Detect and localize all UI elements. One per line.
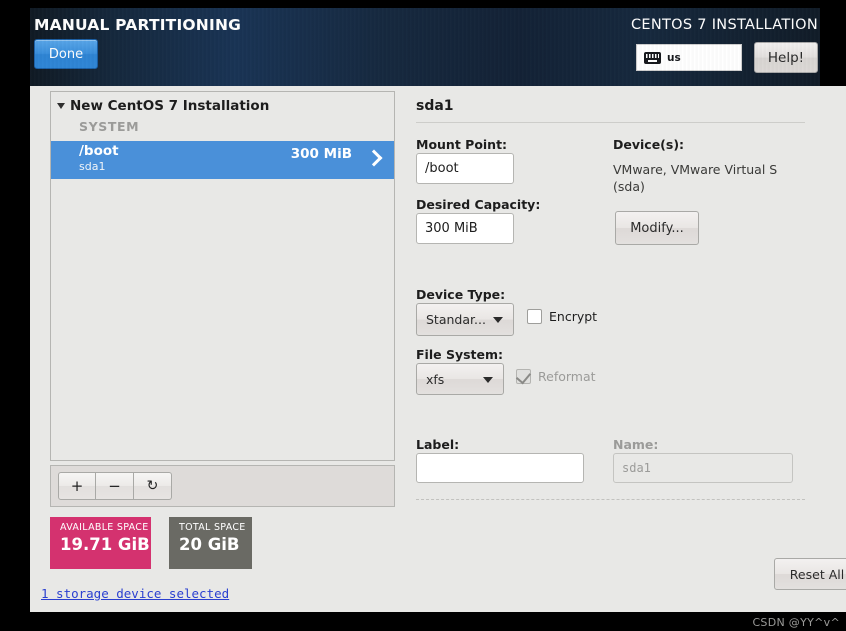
reformat-label: Reformat — [538, 369, 596, 384]
partition-list[interactable]: New CentOS 7 Installation SYSTEM /boot s… — [50, 91, 395, 461]
detail-title: sda1 — [416, 98, 454, 114]
mount-point-label: Mount Point: — [416, 137, 508, 152]
device-type-selected-value: Standar... — [426, 312, 486, 327]
total-space-value: 20 GiB — [179, 535, 240, 554]
mount-point-input[interactable]: /boot — [416, 153, 514, 184]
tree-root-new-installation[interactable]: New CentOS 7 Installation — [51, 92, 394, 119]
checkbox-icon — [527, 309, 542, 324]
chevron-down-icon — [57, 102, 65, 109]
total-space-caption: TOTAL SPACE — [179, 522, 246, 533]
keyboard-icon — [644, 51, 661, 64]
chevron-right-icon — [365, 149, 383, 167]
modify-button[interactable]: Modify... — [615, 211, 699, 245]
partition-panel: New CentOS 7 Installation SYSTEM /boot s… — [50, 91, 395, 569]
partition-group-label: SYSTEM — [79, 119, 140, 134]
chevron-down-icon — [493, 317, 503, 323]
reset-all-button[interactable]: Reset All — [774, 558, 846, 590]
name-input: sda1 — [613, 453, 793, 483]
detail-divider — [416, 122, 805, 123]
keyboard-layout-label: us — [667, 51, 681, 64]
desired-capacity-label: Desired Capacity: — [416, 197, 541, 212]
done-button[interactable]: Done — [34, 39, 98, 69]
header-bar: MANUAL PARTITIONING Done CENTOS 7 INSTAL… — [30, 8, 820, 86]
checkbox-checked-icon — [515, 368, 532, 385]
installation-title: CENTOS 7 INSTALLATION — [630, 17, 818, 33]
available-space-value: 19.71 GiB — [60, 535, 150, 554]
device-type-label: Device Type: — [416, 287, 506, 302]
partition-size: 300 MiB — [290, 146, 352, 162]
keyboard-layout-indicator[interactable]: us — [636, 44, 742, 71]
partition-toolbar: + − ↻ — [50, 465, 395, 507]
remove-partition-button[interactable]: − — [96, 472, 134, 500]
tree-root-label: New CentOS 7 Installation — [70, 97, 270, 114]
devices-label: Device(s): — [613, 137, 685, 152]
table-row[interactable]: /boot sda1 300 MiB — [51, 141, 394, 179]
device-type-select[interactable]: Standar... — [416, 303, 514, 336]
label-field-label: Label: — [416, 437, 460, 452]
available-space-box: AVAILABLE SPACE 19.71 GiB — [50, 517, 151, 569]
refresh-icon[interactable]: ↻ — [134, 472, 172, 500]
devices-value: VMware, VMware Virtual S (sda) — [613, 162, 778, 194]
available-space-caption: AVAILABLE SPACE — [60, 522, 149, 533]
space-summary: AVAILABLE SPACE 19.71 GiB TOTAL SPACE 20… — [50, 517, 395, 569]
desired-capacity-input[interactable]: 300 MiB — [416, 213, 514, 244]
partition-device-name: sda1 — [79, 160, 106, 173]
watermark: CSDN @YY^v^ — [752, 616, 840, 629]
add-partition-button[interactable]: + — [58, 472, 96, 500]
bottom-divider — [416, 499, 805, 500]
installer-window: MANUAL PARTITIONING Done CENTOS 7 INSTAL… — [0, 0, 846, 631]
label-input[interactable] — [416, 453, 584, 483]
file-system-selected-value: xfs — [426, 371, 445, 387]
total-space-box: TOTAL SPACE 20 GiB — [169, 517, 252, 569]
encrypt-label: Encrypt — [549, 309, 598, 324]
encrypt-checkbox[interactable]: Encrypt — [527, 309, 597, 324]
help-button[interactable]: Help! — [754, 42, 818, 73]
name-field-label: Name: — [613, 437, 659, 452]
partition-mount-point: /boot — [79, 143, 119, 159]
storage-device-selected-link[interactable]: 1 storage device selected — [41, 586, 229, 601]
file-system-label: File System: — [416, 347, 504, 362]
page-title: MANUAL PARTITIONING — [34, 16, 242, 34]
main-content: New CentOS 7 Installation SYSTEM /boot s… — [30, 86, 846, 612]
reformat-checkbox[interactable]: Reformat — [515, 368, 596, 385]
file-system-select[interactable]: xfs — [416, 363, 504, 395]
checkmark-icon — [515, 368, 532, 385]
chevron-down-icon — [483, 376, 493, 383]
